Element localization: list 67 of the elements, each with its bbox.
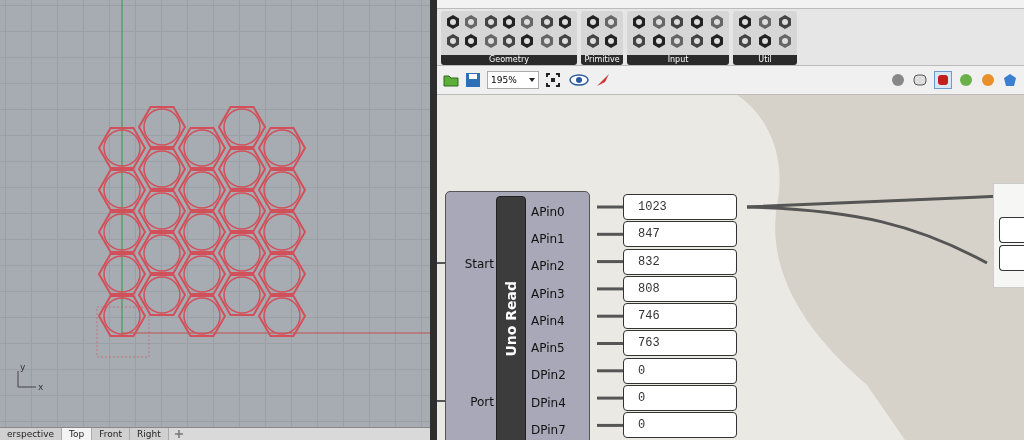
input-label: Port — [470, 394, 494, 411]
component-icon[interactable] — [709, 33, 725, 49]
component-title: Uno Read — [503, 281, 519, 357]
component-icon[interactable] — [539, 14, 555, 30]
output-label: APin2 — [531, 258, 565, 276]
component-icon[interactable] — [757, 33, 773, 49]
axis-label: x — [38, 383, 44, 392]
component-icon[interactable] — [519, 33, 535, 49]
eye-icon[interactable] — [569, 73, 589, 87]
component-icon[interactable] — [631, 33, 647, 49]
output-label: APin1 — [531, 230, 565, 248]
group-label: Input — [627, 55, 729, 65]
panel[interactable]: 746 — [623, 303, 737, 330]
component-icon[interactable] — [777, 14, 793, 30]
component-icon[interactable] — [669, 14, 685, 30]
output-label: APin5 — [531, 340, 565, 358]
output-label: DPin7 — [531, 422, 566, 439]
component-icon[interactable] — [557, 14, 573, 30]
group-label: Geometry — [441, 55, 577, 65]
zoom-dropdown[interactable]: 195% — [487, 71, 539, 89]
component-icon[interactable] — [445, 14, 461, 30]
component-icon[interactable] — [631, 14, 647, 30]
output-label: APin0 — [531, 203, 565, 221]
input-label: Start — [464, 256, 494, 273]
grid-mesh-drawing — [96, 306, 150, 358]
zoom-extents-icon[interactable] — [545, 72, 563, 88]
shaded-icon[interactable] — [934, 71, 952, 89]
component-icon[interactable] — [585, 33, 601, 49]
polygon-icon[interactable] — [1002, 72, 1018, 88]
component-icon[interactable] — [501, 14, 517, 30]
component-icon[interactable] — [603, 33, 619, 49]
wireframe-icon[interactable] — [912, 72, 928, 88]
component-icon[interactable] — [483, 14, 499, 30]
component-icon[interactable] — [651, 33, 667, 49]
axis-label: y — [20, 363, 26, 372]
component-icon[interactable] — [737, 33, 753, 49]
component-icon[interactable] — [557, 33, 573, 49]
add-icon[interactable] — [172, 428, 185, 440]
panel[interactable]: 0 — [623, 385, 737, 412]
output-label: DPin4 — [531, 394, 566, 412]
component-icon[interactable] — [501, 33, 517, 49]
group-label: Primitive — [581, 55, 623, 65]
panel[interactable]: 763 — [623, 330, 737, 357]
panel[interactable]: 0 — [623, 357, 737, 384]
component-icon[interactable] — [585, 14, 601, 30]
panel[interactable]: 0 — [623, 412, 737, 439]
panel[interactable]: 1023 — [623, 194, 737, 220]
panel[interactable]: 832 — [623, 248, 737, 275]
viewport-tab[interactable]: Top — [62, 428, 93, 440]
caret-icon[interactable] — [529, 78, 535, 82]
component-icon[interactable] — [445, 33, 461, 49]
viewport-tab[interactable]: Front — [92, 428, 130, 440]
component-icon[interactable] — [689, 14, 705, 30]
output-label: DPin2 — [531, 367, 566, 385]
component-icon[interactable] — [689, 33, 705, 49]
viewport-tab[interactable]: Right — [130, 428, 169, 440]
preview-icon[interactable] — [890, 72, 906, 88]
output-label: APin4 — [531, 312, 565, 330]
panel[interactable]: 847 — [623, 221, 737, 248]
group-label: Util — [733, 55, 797, 65]
save-icon[interactable] — [465, 72, 481, 88]
output-label: APin3 — [531, 285, 565, 303]
viewport-tab[interactable]: erspective — [0, 428, 63, 440]
component-icon[interactable] — [737, 14, 753, 30]
panel[interactable]: 808 — [623, 275, 737, 302]
component-icon[interactable] — [463, 33, 479, 49]
folder-icon[interactable] — [443, 72, 459, 88]
